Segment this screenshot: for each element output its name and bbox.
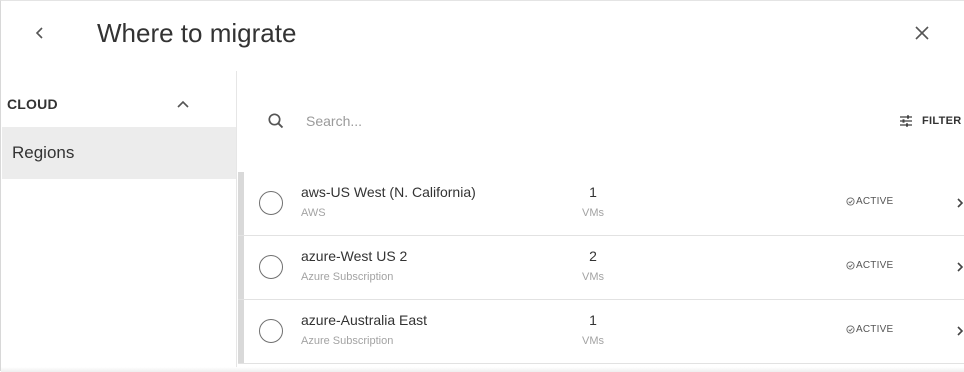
list-item[interactable]: aws-US West (N. California) AWS 1 VMs AC… bbox=[238, 172, 964, 236]
vm-unit: VMs bbox=[582, 271, 604, 283]
sidebar: CLOUD Regions bbox=[1, 71, 237, 372]
back-button[interactable] bbox=[27, 19, 53, 47]
row-accent bbox=[238, 236, 244, 299]
region-provider: AWS bbox=[301, 207, 326, 219]
status-label: ACTIVE bbox=[856, 260, 894, 271]
chevron-up-icon bbox=[177, 100, 189, 108]
region-name: azure-Australia East bbox=[301, 312, 428, 328]
chevron-right-icon[interactable] bbox=[955, 324, 964, 338]
sidebar-item-regions[interactable]: Regions bbox=[2, 127, 236, 179]
vm-unit: VMs bbox=[582, 335, 604, 347]
sidebar-section-title: CLOUD bbox=[7, 96, 58, 112]
check-circle-icon bbox=[846, 261, 855, 270]
sidebar-section-cloud[interactable]: CLOUD bbox=[1, 87, 237, 123]
vm-count: 1 bbox=[589, 184, 597, 200]
chevron-left-icon bbox=[35, 27, 43, 39]
main-content: FILTER aws-US West (N. California) AWS 1… bbox=[238, 71, 964, 372]
select-radio[interactable] bbox=[259, 255, 283, 279]
filter-button[interactable]: FILTER bbox=[898, 110, 961, 132]
status-label: ACTIVE bbox=[856, 196, 894, 207]
status-badge: ACTIVE bbox=[846, 324, 893, 335]
chevron-right-icon[interactable] bbox=[955, 196, 964, 210]
vm-count: 1 bbox=[589, 312, 597, 328]
search-icon bbox=[268, 113, 284, 129]
list-item[interactable]: azure-Australia East Azure Subscription … bbox=[238, 300, 964, 364]
select-radio[interactable] bbox=[259, 319, 283, 343]
page-title: Where to migrate bbox=[97, 18, 297, 48]
status-label: ACTIVE bbox=[856, 324, 894, 335]
status-badge: ACTIVE bbox=[846, 260, 893, 271]
region-provider: Azure Subscription bbox=[301, 271, 394, 283]
search-bar: FILTER bbox=[238, 101, 964, 141]
vm-count: 2 bbox=[589, 248, 597, 264]
filter-label: FILTER bbox=[922, 115, 962, 127]
status-badge: ACTIVE bbox=[846, 196, 893, 207]
sidebar-item-label: Regions bbox=[12, 143, 75, 162]
region-name: azure-West US 2 bbox=[301, 248, 408, 264]
region-name: aws-US West (N. California) bbox=[301, 184, 476, 200]
dialog-header: Where to migrate bbox=[1, 1, 964, 71]
row-accent bbox=[238, 172, 244, 235]
row-accent bbox=[238, 300, 244, 363]
list-item[interactable]: azure-West US 2 Azure Subscription 2 VMs… bbox=[238, 236, 964, 300]
search-input[interactable] bbox=[306, 107, 706, 135]
region-provider: Azure Subscription bbox=[301, 335, 394, 347]
vm-unit: VMs bbox=[582, 207, 604, 219]
close-icon bbox=[915, 26, 929, 40]
filter-sliders-icon bbox=[900, 115, 912, 127]
torn-bottom-edge bbox=[1, 367, 964, 372]
check-circle-icon bbox=[846, 325, 855, 334]
select-radio[interactable] bbox=[259, 191, 283, 215]
region-list: aws-US West (N. California) AWS 1 VMs AC… bbox=[238, 172, 964, 364]
check-circle-icon bbox=[846, 197, 855, 206]
migration-dialog: Where to migrate CLOUD Regions Search...… bbox=[0, 0, 964, 372]
close-button[interactable] bbox=[909, 20, 935, 46]
chevron-right-icon[interactable] bbox=[955, 260, 964, 274]
